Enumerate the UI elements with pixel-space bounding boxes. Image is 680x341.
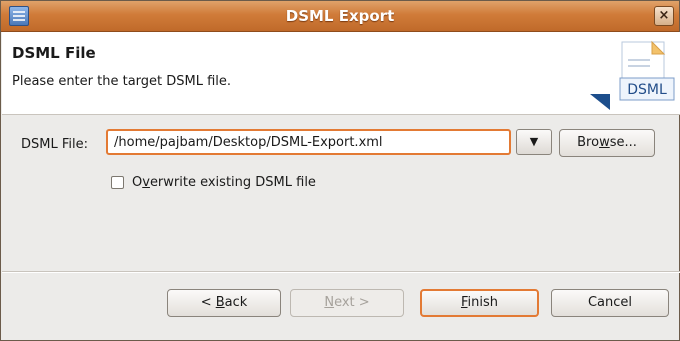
dsml-export-dialog: DSML Export × DSML File Please enter the… <box>0 0 680 341</box>
back-button[interactable]: < Back <box>167 289 281 317</box>
dsml-document-icon: DSML <box>590 40 675 110</box>
title-bar[interactable]: DSML Export × <box>1 1 679 32</box>
finish-button[interactable]: Finish <box>420 289 539 317</box>
overwrite-label[interactable]: Overwrite existing DSML file <box>132 175 316 190</box>
window-title: DSML Export <box>285 7 395 25</box>
page-description: Please enter the target DSML file. <box>12 74 232 89</box>
cancel-button[interactable]: Cancel <box>551 289 669 317</box>
overwrite-checkbox[interactable] <box>111 176 124 189</box>
dropdown-button[interactable]: ▼ <box>516 129 552 155</box>
page-title: DSML File <box>12 44 96 62</box>
dsml-file-label: DSML File: <box>21 137 88 152</box>
dsml-file-input[interactable] <box>106 129 511 155</box>
dsml-file-combo[interactable]: ▼ <box>106 129 552 157</box>
browse-button[interactable]: Browse... <box>559 129 655 157</box>
wizard-header: DSML File Please enter the target DSML f… <box>2 32 680 115</box>
button-bar-separator <box>2 271 680 273</box>
banner-text: DSML <box>627 82 667 98</box>
next-button[interactable]: Next > <box>290 289 404 317</box>
close-button[interactable]: × <box>654 6 674 26</box>
chevron-down-icon: ▼ <box>529 135 539 148</box>
